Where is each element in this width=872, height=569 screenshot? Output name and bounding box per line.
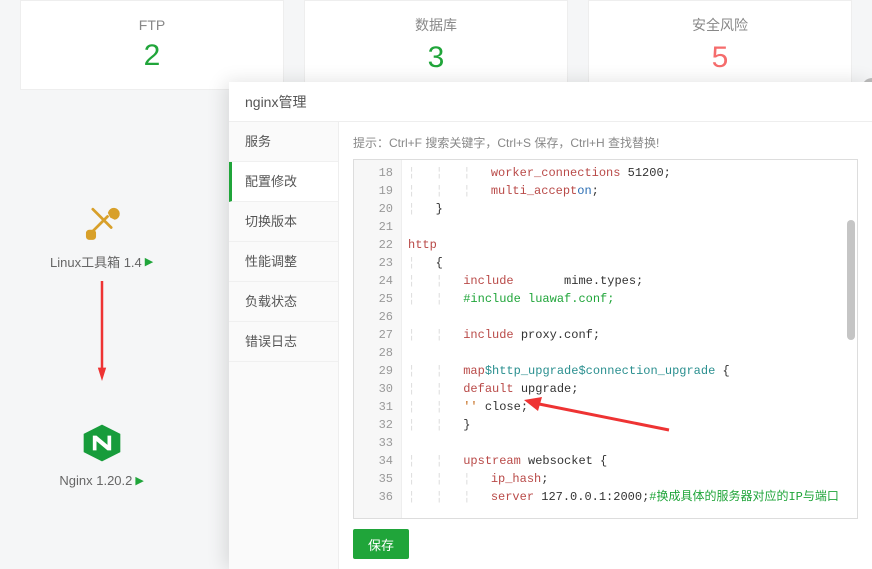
config-editor[interactable]: 18192021222324252627282930313233343536 ¦… bbox=[353, 159, 858, 519]
code-line[interactable] bbox=[408, 344, 857, 362]
nginx-app[interactable]: Nginx 1.20.2▶ bbox=[59, 421, 143, 488]
sidebar-tab[interactable]: 服务 bbox=[229, 122, 338, 162]
annotation-arrow-down bbox=[97, 281, 107, 381]
code-line[interactable]: http bbox=[408, 236, 857, 254]
code-line[interactable]: ¦ ¦ #include luawaf.conf; bbox=[408, 290, 857, 308]
nginx-manage-modal: nginx管理 服务配置修改切换版本性能调整负载状态错误日志 提示：Ctrl+F… bbox=[229, 82, 872, 569]
stat-card-value: 5 bbox=[712, 41, 729, 75]
code-line[interactable]: ¦ ¦ include mime.types; bbox=[408, 272, 857, 290]
sidebar-tab[interactable]: 错误日志 bbox=[229, 322, 338, 362]
stat-card[interactable]: FTP 2 bbox=[20, 0, 284, 90]
code-line[interactable]: ¦ ¦ ¦ multi_accept on; bbox=[408, 182, 857, 200]
code-line[interactable]: ¦ ¦ ¦ worker_connections 51200; bbox=[408, 164, 857, 182]
play-icon: ▶ bbox=[135, 474, 143, 487]
code-line[interactable]: ¦ ¦ include proxy.conf; bbox=[408, 326, 857, 344]
modal-title: nginx管理 bbox=[229, 82, 872, 122]
code-line[interactable]: ¦ ¦ default upgrade; bbox=[408, 380, 857, 398]
modal-sidebar: 服务配置修改切换版本性能调整负载状态错误日志 bbox=[229, 122, 339, 569]
stat-card-value: 3 bbox=[428, 41, 445, 75]
editor-code-area[interactable]: ¦ ¦ ¦ worker_connections 51200;¦ ¦ ¦ mul… bbox=[402, 160, 857, 518]
code-line[interactable]: ¦ ¦ ¦ ip_hash; bbox=[408, 470, 857, 488]
nginx-icon bbox=[80, 421, 124, 465]
stat-card-value: 2 bbox=[144, 39, 161, 73]
tools-icon bbox=[80, 200, 124, 244]
code-line[interactable]: ¦ } bbox=[408, 200, 857, 218]
code-line[interactable]: ¦ ¦ map $http_upgrade $connection_upgrad… bbox=[408, 362, 857, 380]
code-line[interactable]: ¦ { bbox=[408, 254, 857, 272]
play-icon: ▶ bbox=[145, 255, 153, 268]
code-line[interactable]: ¦ ¦ '' close; bbox=[408, 398, 857, 416]
code-line[interactable] bbox=[408, 308, 857, 326]
nginx-label: Nginx 1.20.2 bbox=[59, 473, 132, 488]
stat-card-label: 数据库 bbox=[415, 15, 457, 35]
code-line[interactable] bbox=[408, 218, 857, 236]
stat-card[interactable]: 数据库 3 bbox=[304, 0, 568, 90]
save-button[interactable]: 保存 bbox=[353, 529, 409, 559]
editor-gutter: 18192021222324252627282930313233343536 bbox=[354, 160, 402, 518]
linux-toolbox-label: Linux工具箱 1.4 bbox=[50, 252, 142, 271]
sidebar-tab[interactable]: 配置修改 bbox=[229, 162, 338, 202]
code-line[interactable]: ¦ ¦ } bbox=[408, 416, 857, 434]
editor-hint: 提示：Ctrl+F 搜索关键字，Ctrl+S 保存，Ctrl+H 查找替换! bbox=[353, 134, 858, 151]
code-line[interactable]: ¦ ¦ ¦ server 127.0.0.1:2000;#换成具体的服务器对应的… bbox=[408, 488, 857, 506]
editor-scrollbar[interactable] bbox=[847, 220, 855, 340]
code-line[interactable] bbox=[408, 434, 857, 452]
sidebar-tab[interactable]: 切换版本 bbox=[229, 202, 338, 242]
sidebar-tab[interactable]: 性能调整 bbox=[229, 242, 338, 282]
stat-card-label: 安全风险 bbox=[692, 15, 748, 35]
stat-card-label: FTP bbox=[139, 17, 165, 33]
code-line[interactable]: ¦ ¦ upstream websocket { bbox=[408, 452, 857, 470]
stat-card[interactable]: 安全风险 5 bbox=[588, 0, 852, 90]
linux-toolbox-app[interactable]: Linux工具箱 1.4▶ bbox=[50, 200, 153, 271]
sidebar-tab[interactable]: 负载状态 bbox=[229, 282, 338, 322]
